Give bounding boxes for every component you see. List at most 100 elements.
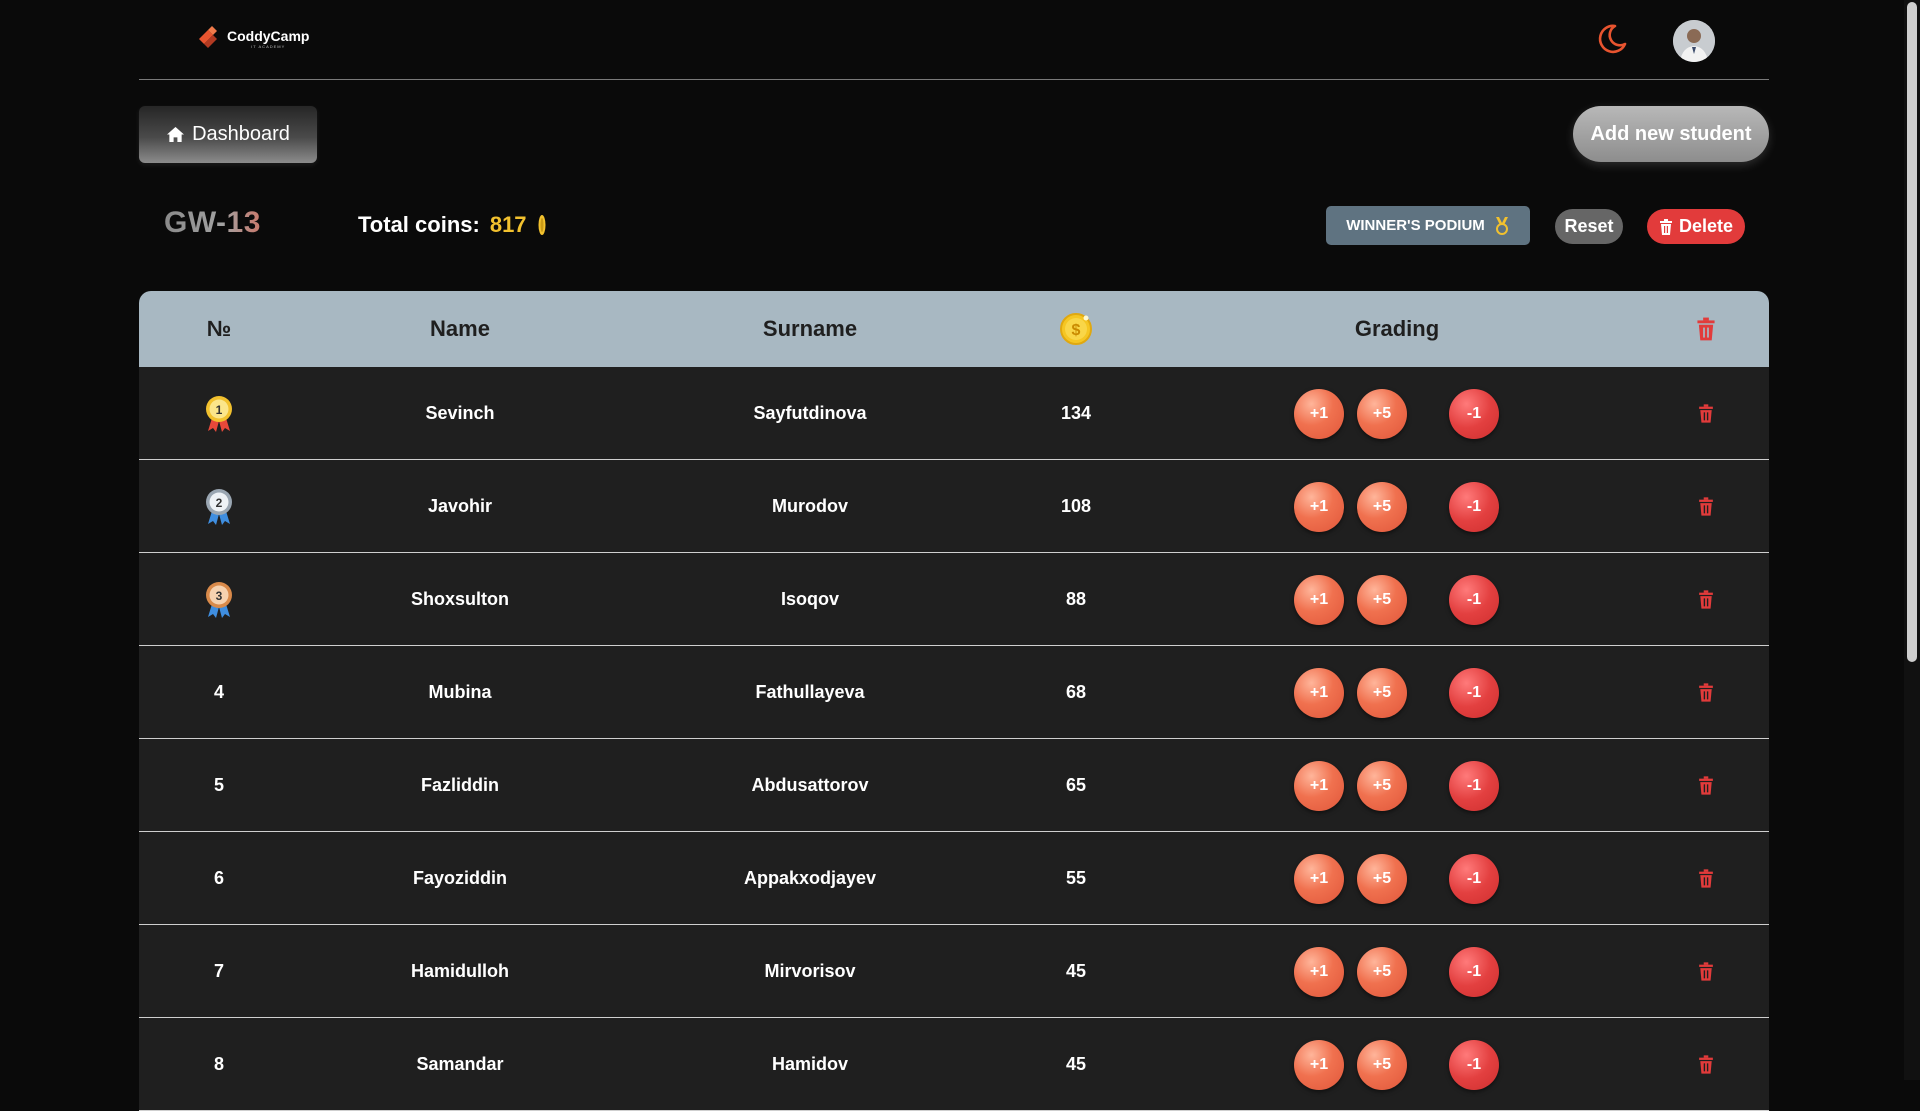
student-surname: Murodov xyxy=(772,495,848,516)
plus-one-button[interactable]: +1 xyxy=(1294,761,1344,811)
minus-one-button[interactable]: -1 xyxy=(1449,1040,1499,1090)
student-name: Shoxsulton xyxy=(411,588,509,609)
total-coins: Total coins: 817 xyxy=(358,212,547,238)
top-navbar: CoddyCamp IT ACADEMY xyxy=(139,0,1769,80)
dashboard-button[interactable]: Dashboard xyxy=(139,106,317,163)
delete-student-cell xyxy=(1698,553,1714,645)
minus-one-button[interactable]: -1 xyxy=(1449,668,1499,718)
minus-one-button[interactable]: -1 xyxy=(1449,389,1499,439)
minus-one-button[interactable]: -1 xyxy=(1449,854,1499,904)
winners-podium-button[interactable]: WINNER'S PODIUM xyxy=(1326,206,1530,245)
minus-one-button[interactable]: -1 xyxy=(1449,947,1499,997)
trash-icon[interactable] xyxy=(1698,868,1714,888)
student-surname: Mirvorisov xyxy=(764,960,856,981)
header-name: Name xyxy=(430,316,490,341)
delete-student-cell xyxy=(1698,925,1714,1017)
student-surname: Sayfutdinova xyxy=(753,402,867,423)
minus-one-button[interactable]: -1 xyxy=(1449,761,1499,811)
medal-rank-text: 3 xyxy=(216,589,223,603)
plus-one-button[interactable]: +1 xyxy=(1294,1040,1344,1090)
reset-button[interactable]: Reset xyxy=(1555,209,1623,244)
plus-one-button[interactable]: +1 xyxy=(1294,947,1344,997)
student-coins: 68 xyxy=(1065,681,1087,702)
plus-five-button[interactable]: +5 xyxy=(1357,1040,1407,1090)
student-coins: 134 xyxy=(1060,402,1092,423)
rank-number: 4 xyxy=(213,681,225,702)
delete-student-cell xyxy=(1698,367,1714,459)
trash-icon[interactable] xyxy=(1698,1054,1714,1074)
table-row: 4 Mubina Fathullayeva 68 +1 +5 -1 xyxy=(139,646,1769,739)
student-coins: 108 xyxy=(1060,495,1092,516)
table-row: 1 Sevinch Sayfutdinova 134 +1 +5 -1 xyxy=(139,367,1769,460)
trash-icon[interactable] xyxy=(1698,775,1714,795)
table-row: 5 Fazliddin Abdusattorov 65 +1 +5 -1 xyxy=(139,739,1769,832)
student-surname: Appakxodjayev xyxy=(743,867,877,888)
table-row: 7 Hamidulloh Mirvorisov 45 +1 +5 -1 xyxy=(139,925,1769,1018)
header-coins: $ xyxy=(1059,291,1093,367)
plus-five-button[interactable]: +5 xyxy=(1357,575,1407,625)
coin-icon: $ xyxy=(1060,313,1092,345)
silver-medal-icon: 2 xyxy=(206,489,232,525)
scrollbar[interactable] xyxy=(1904,0,1920,1080)
plus-five-button[interactable]: +5 xyxy=(1357,482,1407,532)
logo-subtitle: IT ACADEMY xyxy=(251,44,286,49)
plus-one-button[interactable]: +1 xyxy=(1294,389,1344,439)
student-coins: 45 xyxy=(1065,960,1087,981)
delete-student-cell xyxy=(1698,739,1714,831)
plus-five-button[interactable]: +5 xyxy=(1357,761,1407,811)
plus-five-button[interactable]: +5 xyxy=(1357,854,1407,904)
students-table: № Name Surname $ Grading 1 Sevinch Sayfutd… xyxy=(139,291,1769,1111)
trash-icon[interactable] xyxy=(1698,961,1714,981)
plus-five-button[interactable]: +5 xyxy=(1357,947,1407,997)
student-name: Sevinch xyxy=(425,402,495,423)
minus-one-button[interactable]: -1 xyxy=(1449,482,1499,532)
trash-icon[interactable] xyxy=(1698,496,1714,516)
header-surname: Surname xyxy=(762,316,858,341)
student-coins: 45 xyxy=(1065,1053,1087,1074)
moon-icon[interactable] xyxy=(1595,22,1629,56)
rank-number: 7 xyxy=(213,960,225,981)
plus-one-button[interactable]: +1 xyxy=(1294,575,1344,625)
trash-icon[interactable] xyxy=(1698,403,1714,423)
plus-one-button[interactable]: +1 xyxy=(1294,668,1344,718)
logo-icon xyxy=(199,26,217,48)
rank-number: 8 xyxy=(213,1053,225,1074)
table-row: 2 Javohir Murodov 108 +1 +5 -1 xyxy=(139,460,1769,553)
home-icon xyxy=(167,126,185,143)
coin-icon xyxy=(538,215,546,235)
table-header: № Name Surname $ Grading xyxy=(139,291,1769,367)
student-name: Mubina xyxy=(428,681,492,702)
student-name: Samandar xyxy=(416,1053,504,1074)
scrollbar-thumb[interactable] xyxy=(1907,2,1917,662)
trash-icon[interactable] xyxy=(1698,682,1714,702)
gold-medal-icon: 1 xyxy=(206,396,232,432)
delete-group-button[interactable]: Delete xyxy=(1647,209,1745,244)
total-coins-value: 817 xyxy=(489,212,527,237)
student-coins: 65 xyxy=(1065,774,1087,795)
delete-student-cell xyxy=(1698,460,1714,552)
minus-one-button[interactable]: -1 xyxy=(1449,575,1499,625)
total-coins-label: Total coins: xyxy=(358,212,480,237)
delete-group-label: Delete xyxy=(1678,216,1734,236)
logo[interactable]: CoddyCamp IT ACADEMY xyxy=(195,26,309,52)
trash-icon xyxy=(1659,218,1672,235)
user-photo-icon xyxy=(1673,20,1715,62)
plus-one-button[interactable]: +1 xyxy=(1294,854,1344,904)
delete-student-cell xyxy=(1698,646,1714,738)
medal-icon xyxy=(1495,216,1508,235)
table-row: 6 Fayoziddin Appakxodjayev 55 +1 +5 -1 xyxy=(139,832,1769,925)
plus-five-button[interactable]: +5 xyxy=(1357,389,1407,439)
add-student-button[interactable]: Add new student xyxy=(1573,106,1769,162)
header-grading: Grading xyxy=(1354,316,1440,341)
avatar[interactable] xyxy=(1673,20,1715,62)
logo-name: CoddyCamp xyxy=(227,28,310,44)
trash-icon[interactable] xyxy=(1698,589,1714,609)
student-surname: Hamidov xyxy=(771,1053,849,1074)
bronze-medal-icon: 3 xyxy=(206,582,232,618)
svg-text:$: $ xyxy=(1072,322,1081,339)
plus-one-button[interactable]: +1 xyxy=(1294,482,1344,532)
student-name: Fayoziddin xyxy=(413,867,507,888)
plus-five-button[interactable]: +5 xyxy=(1357,668,1407,718)
student-surname: Isoqov xyxy=(780,588,840,609)
table-body: 1 Sevinch Sayfutdinova 134 +1 +5 -1 2 Javohir Mur… xyxy=(139,367,1769,1111)
